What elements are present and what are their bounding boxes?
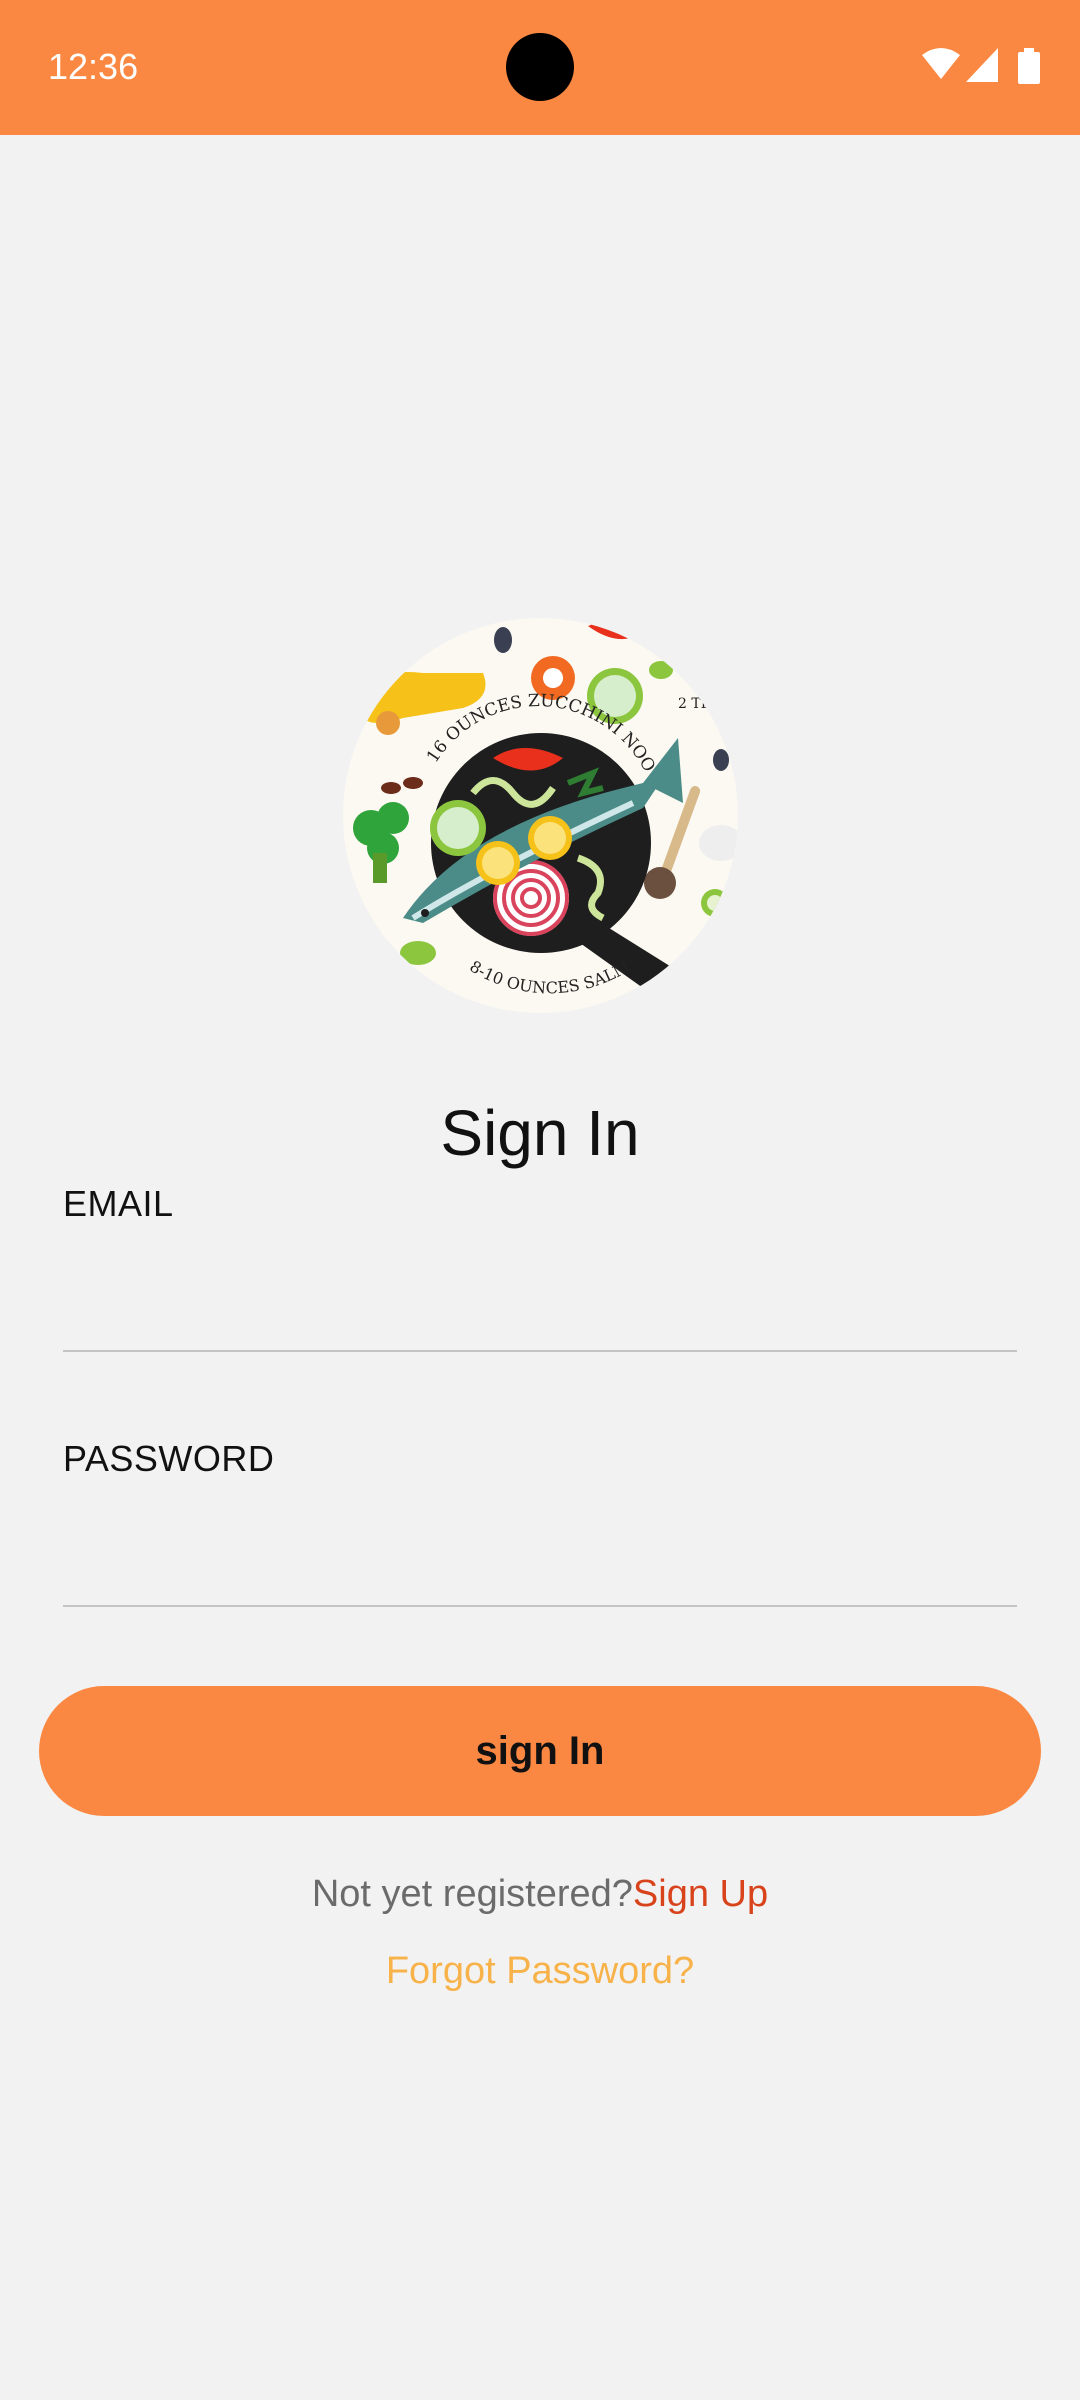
- wifi-icon: [922, 48, 960, 79]
- forgot-password-link[interactable]: Forgot Password?: [0, 1950, 1080, 1993]
- battery-icon: [1018, 48, 1040, 84]
- email-field[interactable]: [63, 1280, 1017, 1352]
- signal-icon: [966, 48, 998, 82]
- app-logo: 16 OUNCES ZUCCHINI NOODLES 8-10 OUNCES S…: [343, 618, 738, 1013]
- status-time: 12:36: [48, 46, 139, 87]
- status-bar: 12:36: [0, 0, 1080, 135]
- register-row: Not yet registered?Sign Up: [0, 1873, 1080, 1916]
- email-label: EMAIL: [63, 1183, 174, 1224]
- camera-cutout: [506, 33, 574, 101]
- logo-label-side: 2 TEA LEMON: [678, 696, 738, 712]
- password-label: PASSWORD: [63, 1438, 275, 1479]
- food-illustration: 16 OUNCES ZUCCHINI NOODLES 8-10 OUNCES S…: [343, 618, 738, 997]
- password-field[interactable]: [63, 1535, 1017, 1607]
- register-prompt: Not yet registered?: [311, 1873, 633, 1915]
- sign-up-link[interactable]: Sign Up: [633, 1873, 768, 1915]
- page-title: Sign In: [440, 1097, 640, 1169]
- sign-in-button[interactable]: sign In: [39, 1686, 1041, 1816]
